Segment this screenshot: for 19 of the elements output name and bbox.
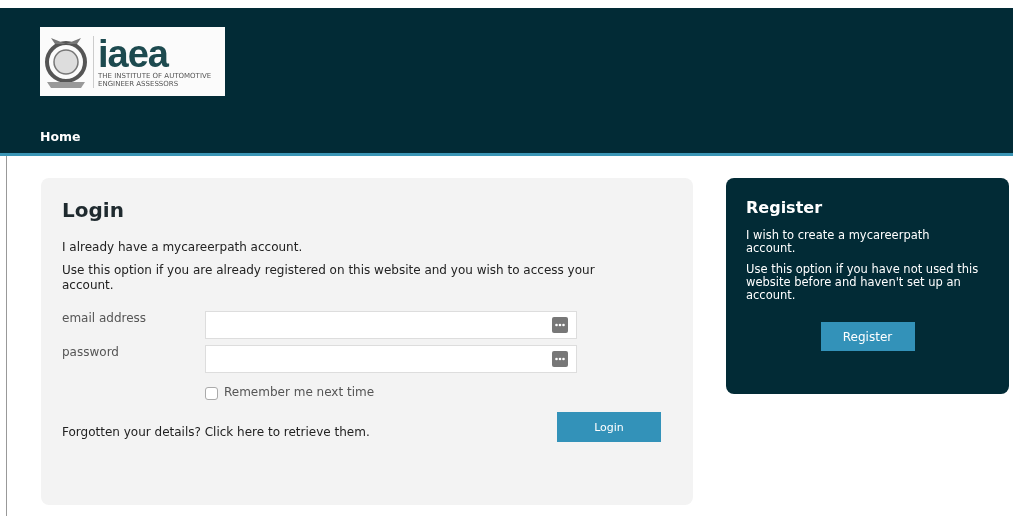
field-label: password	[62, 345, 120, 359]
logo-wordmark: iaea	[98, 35, 169, 72]
more-icon[interactable]	[552, 317, 568, 333]
more-icon[interactable]	[552, 351, 568, 367]
login-title: Login	[62, 198, 125, 222]
login-button[interactable]: Login	[557, 412, 661, 442]
nav-link[interactable]: Home	[40, 129, 81, 144]
register-button[interactable]: Register	[820, 322, 915, 351]
checkbox-label: Remember me next time	[224, 384, 375, 399]
input-field[interactable]	[205, 345, 577, 373]
input-field[interactable]	[205, 311, 577, 339]
checkbox[interactable]	[205, 387, 218, 400]
intro-text: I already have a mycareerpath account.	[62, 240, 304, 255]
forgot-link[interactable]: Forgotten your details? Click here to retrieve them.	[62, 425, 370, 439]
intro-text: I wish to create a mycareerpath account.	[746, 229, 931, 255]
register-title: Register	[746, 198, 824, 217]
field-label: email address	[62, 311, 148, 325]
description-text: Use this option if you are already registered on this website and you wish to access your account.	[62, 263, 596, 293]
description-text: Use this option if you have not used this website before and haven't set up an account.	[746, 263, 980, 302]
